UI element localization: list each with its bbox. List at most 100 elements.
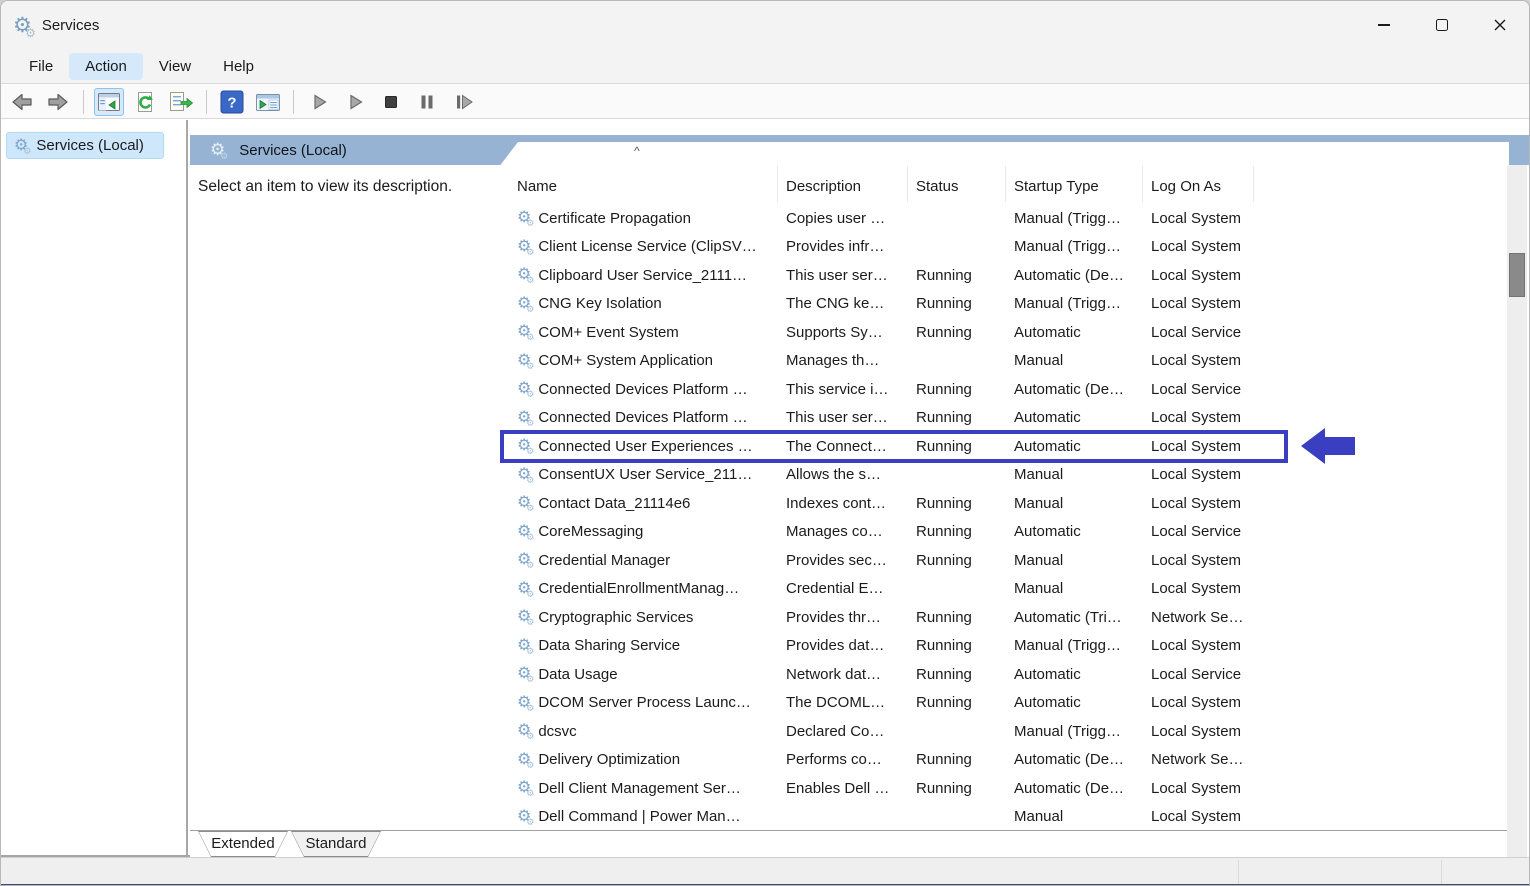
- forward-icon[interactable]: [43, 88, 73, 116]
- service-description-cell: Manages co…: [778, 523, 908, 540]
- service-log-on-as-cell: Network Se…: [1143, 751, 1254, 768]
- service-startup-type-cell: Manual: [1006, 495, 1143, 512]
- service-row[interactable]: ⚙⚙ Data Sharing Service Provides dat… Ru…: [498, 632, 1509, 661]
- menu-action[interactable]: Action: [69, 53, 143, 80]
- show-hide-console-tree-icon[interactable]: [94, 88, 124, 116]
- window-title: Services: [42, 17, 100, 34]
- service-startup-type-cell: Manual: [1006, 580, 1143, 597]
- menu-bar: File Action View Help: [1, 49, 1529, 84]
- services-header-icon: ⚙⚙: [210, 141, 225, 159]
- refresh-icon[interactable]: [130, 88, 160, 116]
- service-row[interactable]: ⚙⚙ Clipboard User Service_2111… This use…: [498, 261, 1509, 290]
- service-row[interactable]: ⚙⚙ Connected Devices Platform … This ser…: [498, 375, 1509, 404]
- service-log-on-as-cell: Local System: [1143, 780, 1254, 797]
- help-icon[interactable]: ?: [217, 88, 247, 116]
- service-row[interactable]: ⚙⚙ Dell Command | Power Man… Manual Loca…: [498, 803, 1509, 832]
- column-header-description[interactable]: Description: [778, 166, 908, 202]
- strip-divider: [1441, 860, 1442, 886]
- service-status-cell: Running: [908, 438, 1006, 455]
- pause-service-icon[interactable]: [412, 88, 442, 116]
- menu-help[interactable]: Help: [207, 53, 270, 80]
- minimize-button[interactable]: [1355, 1, 1413, 49]
- service-description-cell: Provides sec…: [778, 552, 908, 569]
- menu-view[interactable]: View: [143, 53, 207, 80]
- maximize-button[interactable]: [1413, 1, 1471, 49]
- service-row[interactable]: ⚙⚙ COM+ System Application Manages th… M…: [498, 347, 1509, 376]
- service-gear-icon: ⚙⚙: [517, 809, 531, 825]
- service-description-cell: Manages th…: [778, 352, 908, 369]
- column-header-status[interactable]: Status: [908, 166, 1006, 202]
- service-startup-type-cell: Automatic (De…: [1006, 267, 1143, 284]
- service-gear-icon: ⚙⚙: [517, 296, 531, 312]
- service-description-cell: The CNG ke…: [778, 295, 908, 312]
- service-row[interactable]: ⚙⚙ Contact Data_21114e6 Indexes cont… Ru…: [498, 489, 1509, 518]
- service-gear-icon: ⚙⚙: [517, 524, 531, 540]
- service-row[interactable]: ⚙⚙ Cryptographic Services Provides thr… …: [498, 603, 1509, 632]
- service-row[interactable]: ⚙⚙ Delivery Optimization Performs co… Ru…: [498, 746, 1509, 775]
- service-gear-icon: ⚙⚙: [517, 495, 531, 511]
- service-row[interactable]: ⚙⚙ Dell Client Management Ser… Enables D…: [498, 774, 1509, 803]
- service-log-on-as-cell: Local System: [1143, 210, 1254, 227]
- service-startup-type-cell: Automatic: [1006, 694, 1143, 711]
- annotation-arrow: [1301, 424, 1355, 468]
- service-row[interactable]: ⚙⚙ Client License Service (ClipSV… Provi…: [498, 233, 1509, 262]
- service-startup-type-cell: Manual (Trigg…: [1006, 238, 1143, 255]
- service-name-cell: ⚙⚙ Dell Command | Power Man…: [498, 808, 778, 825]
- service-row[interactable]: ⚙⚙ ConsentUX User Service_211… Allows th…: [498, 461, 1509, 490]
- start-service-icon[interactable]: [304, 88, 334, 116]
- service-log-on-as-cell: Local Service: [1143, 381, 1254, 398]
- view-tabs: Extended Standard: [198, 831, 381, 857]
- service-gear-icon: ⚙⚙: [517, 438, 531, 454]
- column-header-startup-type[interactable]: Startup Type: [1006, 166, 1143, 202]
- service-gear-icon: ⚙⚙: [517, 210, 531, 226]
- show-properties-window-icon[interactable]: [253, 88, 283, 116]
- service-startup-type-cell: Manual (Trigg…: [1006, 210, 1143, 227]
- service-description-cell: The DCOML…: [778, 694, 908, 711]
- sidebar-item-services-local[interactable]: ⚙⚙ Services (Local): [6, 132, 164, 159]
- stop-service-icon[interactable]: [376, 88, 406, 116]
- service-row[interactable]: ⚙⚙ Connected User Experiences … The Conn…: [498, 432, 1509, 461]
- menu-file[interactable]: File: [13, 53, 69, 80]
- restart-service-icon[interactable]: [448, 88, 478, 116]
- service-row[interactable]: ⚙⚙ Connected Devices Platform … This use…: [498, 404, 1509, 433]
- service-row[interactable]: ⚙⚙ COM+ Event System Supports Sy… Runnin…: [498, 318, 1509, 347]
- export-list-icon[interactable]: [166, 88, 196, 116]
- service-row[interactable]: ⚙⚙ DCOM Server Process Launc… The DCOML……: [498, 689, 1509, 718]
- column-header-name[interactable]: Name: [498, 166, 778, 202]
- service-name-cell: ⚙⚙ Certificate Propagation: [498, 210, 778, 227]
- service-row[interactable]: ⚙⚙ Credential Manager Provides sec… Runn…: [498, 546, 1509, 575]
- service-row[interactable]: ⚙⚙ Data Usage Network dat… Running Autom…: [498, 660, 1509, 689]
- service-description-cell: Credential E…: [778, 580, 908, 597]
- resume-service-icon[interactable]: [340, 88, 370, 116]
- service-row[interactable]: ⚙⚙ CoreMessaging Manages co… Running Aut…: [498, 518, 1509, 547]
- service-status-cell: Running: [908, 637, 1006, 654]
- service-gear-icon: ⚙⚙: [517, 780, 531, 796]
- strip-divider: [1238, 860, 1239, 886]
- service-status-cell: Running: [908, 780, 1006, 797]
- service-gear-icon: ⚙⚙: [517, 666, 531, 682]
- vertical-scrollbar[interactable]: [1507, 165, 1527, 886]
- service-row[interactable]: ⚙⚙ dcsvc Declared Co… Manual (Trigg… Loc…: [498, 717, 1509, 746]
- close-button[interactable]: [1471, 1, 1529, 49]
- service-name-cell: ⚙⚙ Data Sharing Service: [498, 637, 778, 654]
- service-log-on-as-cell: Local System: [1143, 409, 1254, 426]
- service-log-on-as-cell: Local System: [1143, 580, 1254, 597]
- service-description-cell: Enables Dell …: [778, 780, 908, 797]
- service-name-cell: ⚙⚙ ConsentUX User Service_211…: [498, 466, 778, 483]
- service-name-cell: ⚙⚙ COM+ Event System: [498, 324, 778, 341]
- service-startup-type-cell: Manual: [1006, 466, 1143, 483]
- back-icon[interactable]: [7, 88, 37, 116]
- sort-ascending-icon: ^: [634, 144, 640, 158]
- scrollbar-thumb[interactable]: [1509, 253, 1525, 297]
- service-log-on-as-cell: Local System: [1143, 495, 1254, 512]
- tab-extended[interactable]: Extended: [198, 831, 288, 857]
- service-row[interactable]: ⚙⚙ CNG Key Isolation The CNG ke… Running…: [498, 290, 1509, 319]
- service-row[interactable]: ⚙⚙ CredentialEnrollmentManag… Credential…: [498, 575, 1509, 604]
- service-log-on-as-cell: Local Service: [1143, 666, 1254, 683]
- tab-standard[interactable]: Standard: [291, 831, 381, 857]
- service-status-cell: Running: [908, 381, 1006, 398]
- column-header-log-on-as[interactable]: Log On As: [1143, 166, 1254, 202]
- service-log-on-as-cell: Network Se…: [1143, 609, 1254, 626]
- title-bar: ⚙⚙ Services: [1, 1, 1529, 49]
- service-row[interactable]: ⚙⚙ Certificate Propagation Copies user ……: [498, 204, 1509, 233]
